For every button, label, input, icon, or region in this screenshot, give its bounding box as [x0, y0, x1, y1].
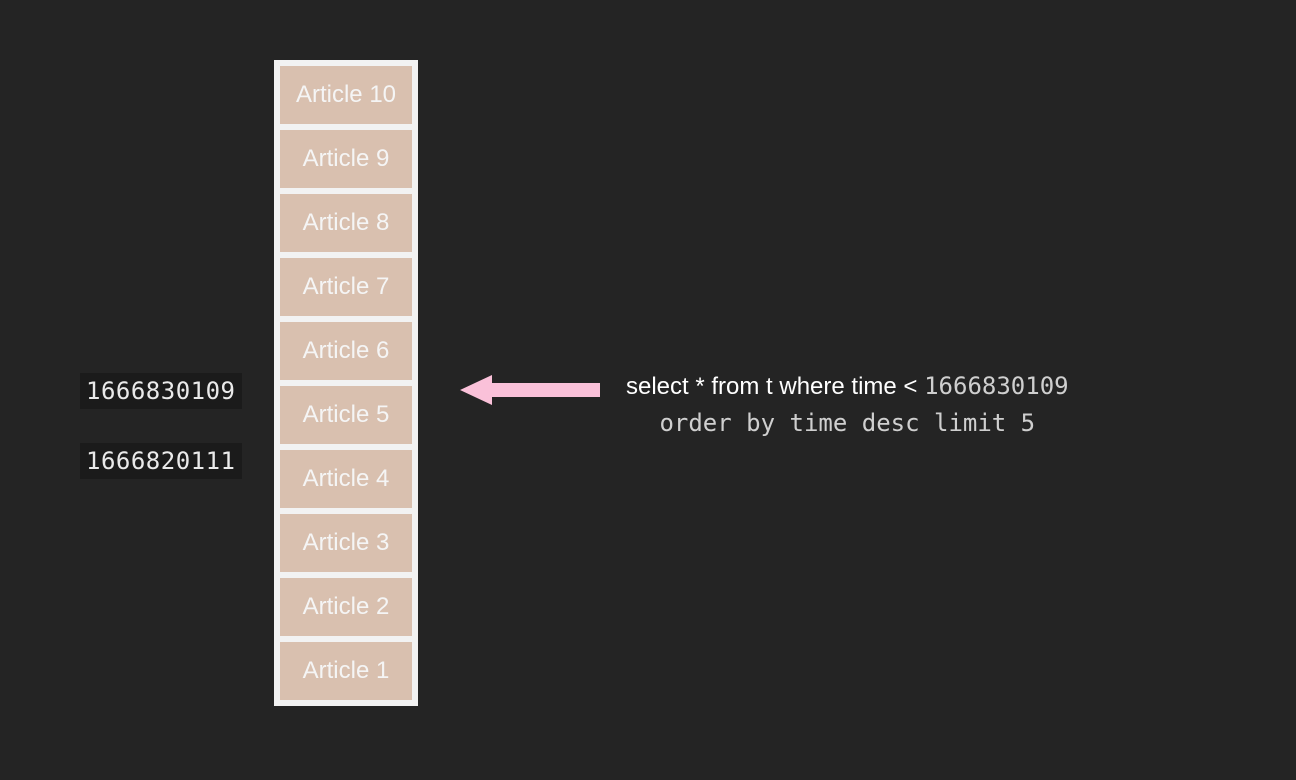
article-label: Article 9: [303, 145, 390, 173]
article-cell: Article 3: [280, 514, 412, 572]
query-timestamp: 1666830109: [924, 372, 1069, 400]
article-stack: Article 10 Article 9 Article 8 Article 7…: [274, 60, 418, 706]
article-cell: Article 4: [280, 450, 412, 508]
query-prefix: select * from t where time <: [626, 373, 917, 400]
timestamp-row-6: 1666830109: [80, 373, 242, 409]
article-label: Article 5: [303, 401, 390, 429]
article-label: Article 10: [296, 81, 396, 109]
diagram-stage: Article 10 Article 9 Article 8 Article 7…: [0, 0, 1296, 780]
article-cell: Article 10: [280, 66, 412, 124]
article-label: Article 3: [303, 529, 390, 557]
article-label: Article 4: [303, 465, 390, 493]
article-cell: Article 2: [280, 578, 412, 636]
article-cell: Article 8: [280, 194, 412, 252]
article-cell: Article 5: [280, 386, 412, 444]
article-cell: Article 6: [280, 322, 412, 380]
article-cell: Article 1: [280, 642, 412, 700]
article-label: Article 2: [303, 593, 390, 621]
article-cell: Article 7: [280, 258, 412, 316]
arrow-left-icon: [460, 375, 600, 405]
query-line-2: order by time desc limit 5: [626, 405, 1069, 441]
article-label: Article 7: [303, 273, 390, 301]
article-label: Article 6: [303, 337, 390, 365]
article-label: Article 8: [303, 209, 390, 237]
article-label: Article 1: [303, 657, 390, 685]
article-cell: Article 9: [280, 130, 412, 188]
sql-query: select * from t where time < 1666830109 …: [626, 368, 1069, 441]
timestamp-row-5: 1666820111: [80, 443, 242, 479]
